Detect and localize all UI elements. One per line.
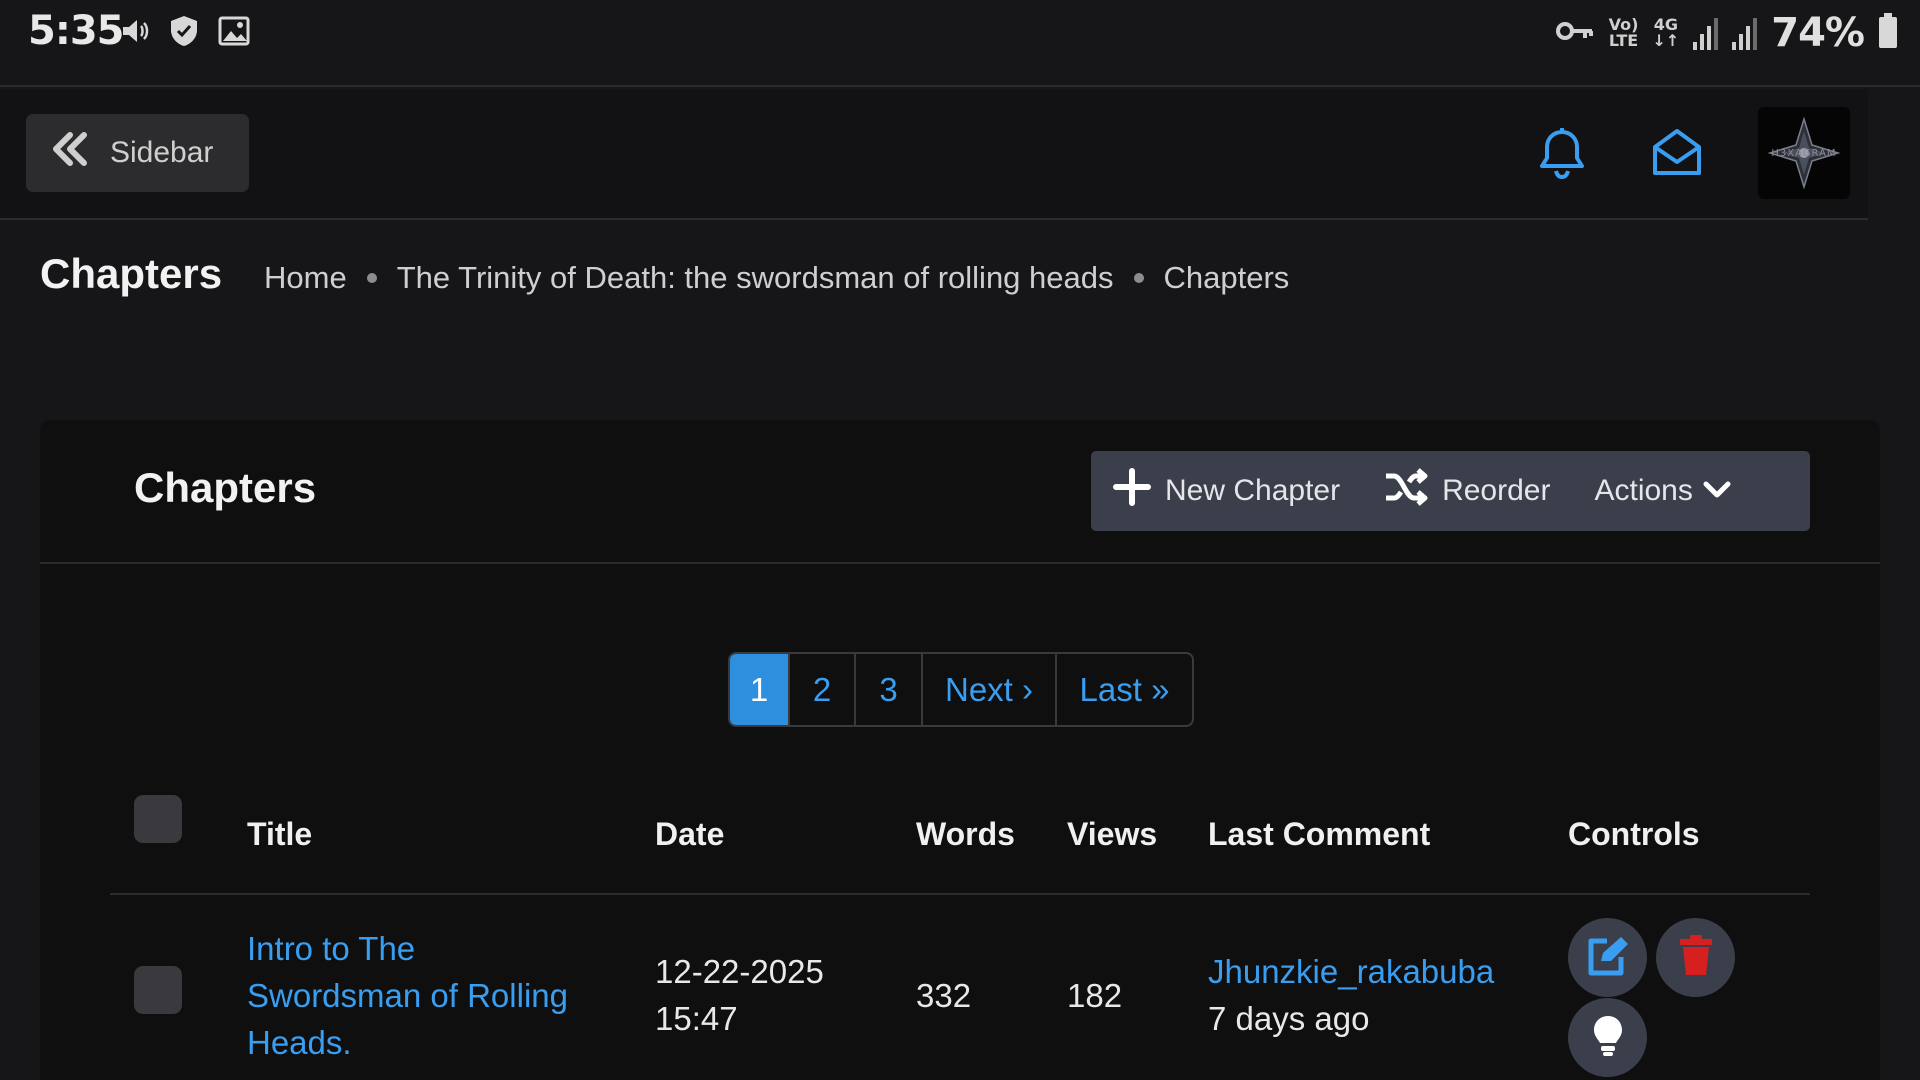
page-heading: Chapters Home The Trinity of Death: the …	[0, 222, 1920, 332]
column-header-title[interactable]: Title	[247, 816, 312, 853]
next-page-link[interactable]: Next ›	[923, 654, 1057, 725]
network-type: 4G ↓↑	[1652, 15, 1680, 50]
edit-icon	[1585, 935, 1631, 981]
signal-icon-2	[1732, 16, 1758, 50]
trash-icon	[1678, 934, 1714, 981]
envelope-open-icon[interactable]	[1652, 127, 1702, 183]
chevron-down-icon	[1703, 474, 1731, 508]
pagination: 1 2 3 Next › Last »	[728, 652, 1194, 727]
page-2-link[interactable]: 2	[790, 654, 856, 725]
column-header-last-comment[interactable]: Last Comment	[1208, 816, 1430, 853]
last-comment-user-link[interactable]: Jhunzkie_rakabuba	[1208, 948, 1494, 995]
actions-dropdown[interactable]: Actions	[1572, 451, 1752, 531]
chapter-actions-toolbar: New Chapter Reorder Actions	[1091, 451, 1810, 531]
page-1-link[interactable]: 1	[730, 654, 790, 725]
reorder-button[interactable]: Reorder	[1362, 451, 1572, 531]
top-navbar: Sidebar H3XAGRAM	[0, 89, 1868, 220]
edit-button[interactable]	[1568, 918, 1647, 997]
breadcrumb-current: Chapters	[1163, 260, 1290, 295]
page-title: Chapters	[40, 250, 223, 297]
shield-icon	[168, 14, 200, 52]
image-icon	[218, 16, 250, 50]
chapter-views: 182	[1067, 977, 1123, 1014]
card-header: Chapters New Chapter Reorder Actions	[40, 420, 1880, 564]
double-chevron-left-icon	[50, 131, 90, 175]
chapter-words: 332	[916, 977, 972, 1014]
table-header-divider	[110, 893, 1810, 895]
new-chapter-label: New Chapter	[1165, 474, 1341, 507]
new-chapter-button[interactable]: New Chapter	[1091, 451, 1362, 531]
breadcrumb-story[interactable]: The Trinity of Death: the swordsman of r…	[397, 260, 1114, 296]
chapter-title-link[interactable]: Intro to The Swordsman of Rolling Heads.	[247, 925, 568, 1066]
avatar-text: H3XAGRAM	[1771, 147, 1837, 159]
battery-icon	[1878, 13, 1898, 53]
reorder-label: Reorder	[1442, 474, 1551, 507]
card-title: Chapters	[134, 464, 317, 511]
key-icon	[1555, 19, 1595, 47]
last-comment: Jhunzkie_rakabuba 7 days ago	[1208, 948, 1494, 1042]
row-checkbox[interactable]	[134, 966, 182, 1014]
breadcrumb-home[interactable]: Home	[264, 260, 347, 296]
actions-label: Actions	[1594, 474, 1693, 507]
lightbulb-icon	[1592, 1014, 1624, 1062]
plus-icon	[1113, 468, 1151, 514]
last-comment-time: 7 days ago	[1208, 1000, 1370, 1037]
volume-icon	[120, 16, 150, 50]
last-page-link[interactable]: Last »	[1057, 654, 1192, 725]
column-header-date[interactable]: Date	[655, 816, 724, 853]
battery-percentage: 74%	[1771, 10, 1865, 56]
column-header-controls: Controls	[1568, 816, 1700, 852]
status-bar: 5:35 Vo) LTE 4G ↓↑ 74%	[0, 0, 1920, 87]
hint-button[interactable]	[1568, 998, 1647, 1077]
volte-indicator: Vo) LTE	[1608, 15, 1639, 50]
sidebar-label: Sidebar	[110, 136, 214, 169]
chapter-date: 12-22-2025 15:47	[655, 953, 824, 1037]
breadcrumb-separator	[1133, 273, 1144, 283]
select-all-checkbox[interactable]	[134, 795, 182, 843]
sidebar-toggle-button[interactable]: Sidebar	[26, 114, 249, 192]
page-3-link[interactable]: 3	[856, 654, 923, 725]
signal-icon	[1693, 16, 1719, 50]
clock: 5:35	[28, 8, 124, 54]
delete-button[interactable]	[1656, 918, 1735, 997]
shuffle-icon	[1384, 468, 1428, 514]
column-header-views[interactable]: Views	[1067, 816, 1157, 853]
user-avatar[interactable]: H3XAGRAM	[1758, 107, 1850, 199]
bell-icon[interactable]	[1538, 127, 1586, 183]
column-header-words[interactable]: Words	[916, 816, 1015, 853]
breadcrumb-separator	[366, 273, 377, 283]
breadcrumb: Home The Trinity of Death: the swordsman…	[264, 260, 1289, 296]
